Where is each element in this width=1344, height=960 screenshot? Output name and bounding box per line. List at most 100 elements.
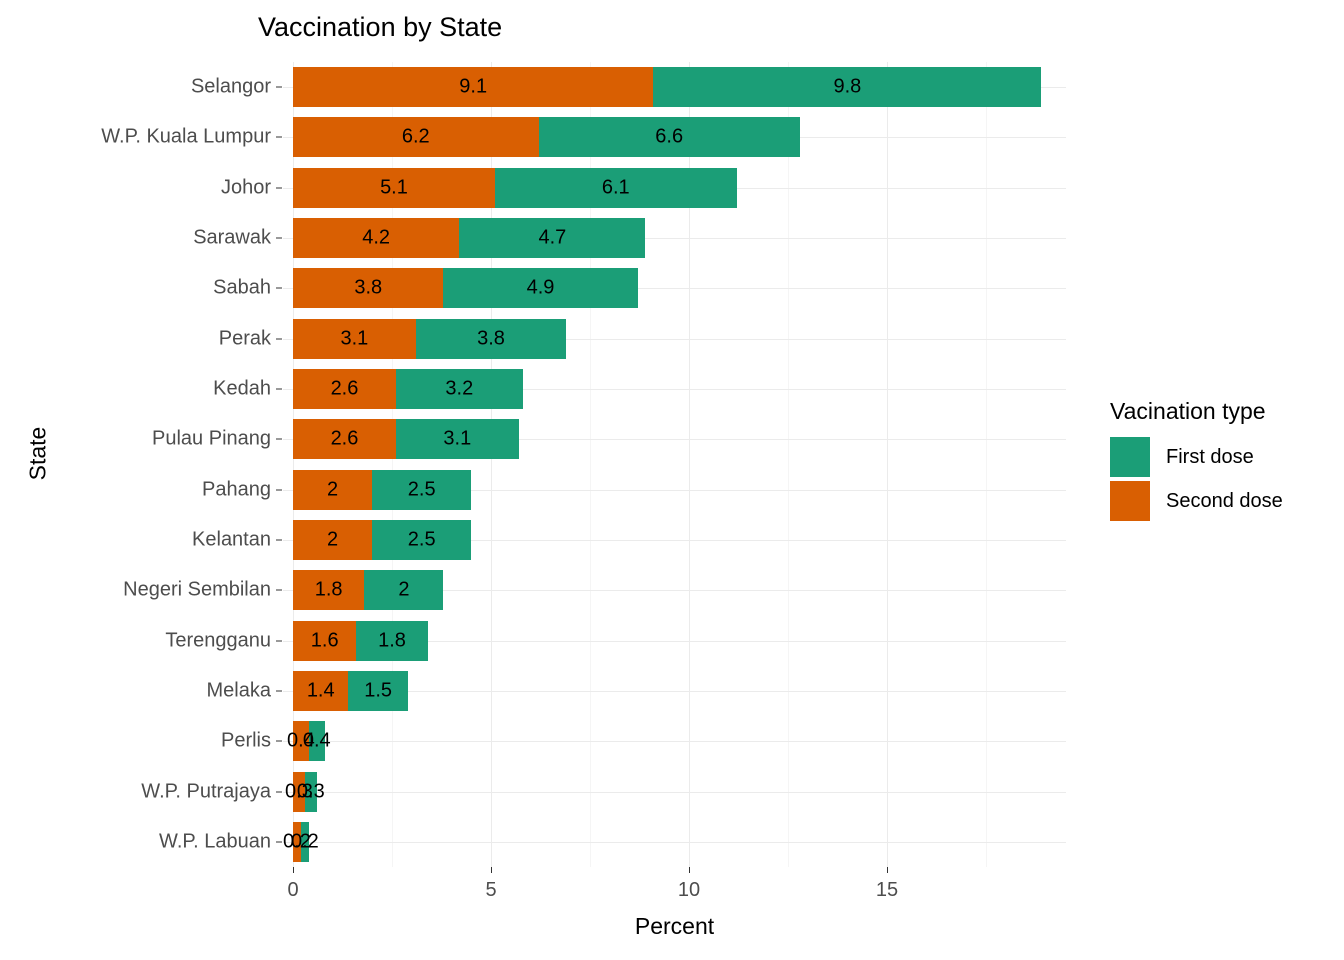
bar-segment-second-dose[interactable] <box>293 821 301 862</box>
y-axis-tick-label: Perak <box>218 327 271 350</box>
bar-segment-first-dose[interactable] <box>372 469 472 510</box>
bar-segment-first-dose[interactable] <box>372 519 472 560</box>
bar-segment-first-dose[interactable] <box>300 821 309 862</box>
bar-row: 1.8 2 <box>283 570 1066 611</box>
y-axis-tick-mark <box>276 690 282 692</box>
bar-segment-second-dose[interactable] <box>293 570 365 611</box>
bar-segment-first-dose[interactable] <box>538 117 800 158</box>
bar-segment-second-dose[interactable] <box>293 721 309 762</box>
bar-row: 9.1 9.8 <box>283 67 1066 108</box>
bar-row: 0.4 0.4 <box>283 721 1066 762</box>
legend-item[interactable]: First dose <box>1110 435 1340 479</box>
bar-segment-first-dose[interactable] <box>653 67 1042 108</box>
x-axis-tick-label: 15 <box>875 879 899 901</box>
bar-segment-first-dose[interactable] <box>356 620 428 661</box>
x-axis-tick-mark <box>491 867 492 873</box>
y-axis-tick-label: Terengganu <box>165 629 271 652</box>
y-axis-tick-mark <box>276 489 282 491</box>
bar-segment-second-dose[interactable] <box>293 771 305 812</box>
y-axis-tick-mark <box>276 86 282 88</box>
y-axis-tick-mark <box>276 640 282 642</box>
y-axis-tick-label: Pahang <box>202 478 271 501</box>
legend-items: First dose Second dose <box>1110 435 1340 523</box>
bar-segment-second-dose[interactable] <box>293 268 444 309</box>
y-axis-tick-mark <box>276 388 282 390</box>
chart-title: Vaccination by State <box>258 12 503 42</box>
legend-item[interactable]: Second dose <box>1110 479 1340 523</box>
y-axis-tick-label: Kedah <box>213 377 271 400</box>
bar-row: 5.1 6.1 <box>283 167 1066 208</box>
x-axis-tick-mark <box>293 867 294 873</box>
y-axis-tick-mark <box>276 187 282 189</box>
bar-row: 2 2.5 <box>283 519 1066 560</box>
y-axis-tick-mark <box>276 438 282 440</box>
y-axis-tick-mark <box>276 589 282 591</box>
x-axis-title: Percent <box>634 913 715 939</box>
y-axis-tick-mark <box>276 791 282 793</box>
bar-row: 2 2.5 <box>283 469 1066 510</box>
bar-segment-second-dose[interactable] <box>293 519 373 560</box>
x-axis-tick-mark <box>887 867 888 873</box>
legend-key-swatch <box>1110 437 1150 477</box>
legend: Vacination type First dose Second dose <box>1110 398 1340 523</box>
bar-row: 1.6 1.8 <box>283 620 1066 661</box>
y-axis-tick-mark <box>276 287 282 289</box>
y-axis-tick-label: W.P. Putrajaya <box>141 780 271 803</box>
y-axis-tick-label: W.P. Kuala Lumpur <box>101 125 271 148</box>
x-axis-tick-mark <box>689 867 690 873</box>
x-axis-tick-label: 5 <box>485 879 497 901</box>
bar-segment-second-dose[interactable] <box>293 670 349 711</box>
x-axis-tick-label: 10 <box>677 879 701 901</box>
bar-segment-first-dose[interactable] <box>304 771 317 812</box>
y-axis-tick-label: Sarawak <box>193 226 271 249</box>
y-axis-tick-mark <box>276 740 282 742</box>
y-axis-tick-mark <box>276 841 282 843</box>
bar-segment-first-dose[interactable] <box>415 318 567 359</box>
bar-segment-second-dose[interactable] <box>293 469 373 510</box>
bar-row: 1.4 1.5 <box>283 670 1066 711</box>
y-axis-tick-mark <box>276 136 282 138</box>
bar-segment-second-dose[interactable] <box>293 620 357 661</box>
bar-row: 0.2 0.2 <box>283 821 1066 862</box>
y-axis-tick-label: Selangor <box>190 75 271 98</box>
bar-segment-first-dose[interactable] <box>494 167 737 208</box>
y-axis-tick-label: Kelantan <box>192 528 271 551</box>
bar-segment-second-dose[interactable] <box>293 167 495 208</box>
y-axis-tick-mark <box>276 539 282 541</box>
y-axis-tick-label: W.P. Labuan <box>159 830 271 853</box>
y-axis-tick-mark <box>276 338 282 340</box>
bar-row: 3.8 4.9 <box>283 268 1066 309</box>
bar-segment-second-dose[interactable] <box>293 117 539 158</box>
x-axis-tick-label: 0 <box>287 879 299 901</box>
bar-segment-first-dose[interactable] <box>443 268 638 309</box>
bar-segment-second-dose[interactable] <box>293 419 396 460</box>
y-axis-tick-label: Negeri Sembilan <box>123 578 271 601</box>
bar-segment-first-dose[interactable] <box>308 721 325 762</box>
y-axis-tick-label: Johor <box>220 176 271 199</box>
bar-row: 6.2 6.6 <box>283 117 1066 158</box>
y-axis-title: State <box>24 426 51 481</box>
bar-segment-first-dose[interactable] <box>348 670 408 711</box>
y-axis-tick-label: Sabah <box>213 276 271 299</box>
y-axis-tick-mark <box>276 237 282 239</box>
bar-row: 4.2 4.7 <box>283 218 1066 259</box>
bar-row: 2.6 3.1 <box>283 419 1066 460</box>
bar-segment-second-dose[interactable] <box>293 369 396 410</box>
bar-segment-second-dose[interactable] <box>293 218 460 259</box>
plot-panel: 9.1 9.8 6.2 6.6 5.1 6.1 4.2 4.7 3.8 4.9 3.1 3.8 2.6 3… <box>283 62 1066 867</box>
y-axis-tick-label: Melaka <box>206 679 271 702</box>
legend-title: Vacination type <box>1110 398 1266 424</box>
bar-row: 2.6 3.2 <box>283 369 1066 410</box>
bar-segment-second-dose[interactable] <box>293 67 654 108</box>
legend-key-swatch <box>1110 481 1150 521</box>
legend-item-label: Second dose <box>1166 489 1283 512</box>
bar-segment-first-dose[interactable] <box>395 369 523 410</box>
bar-segment-first-dose[interactable] <box>364 570 444 611</box>
y-axis-tick-label: Pulau Pinang <box>152 427 271 450</box>
bar-row: 3.1 3.8 <box>283 318 1066 359</box>
bar-segment-first-dose[interactable] <box>395 419 519 460</box>
y-axis-tick-label: Perlis <box>220 729 271 752</box>
bar-segment-second-dose[interactable] <box>293 318 416 359</box>
legend-item-label: First dose <box>1166 445 1254 468</box>
bar-segment-first-dose[interactable] <box>459 218 646 259</box>
